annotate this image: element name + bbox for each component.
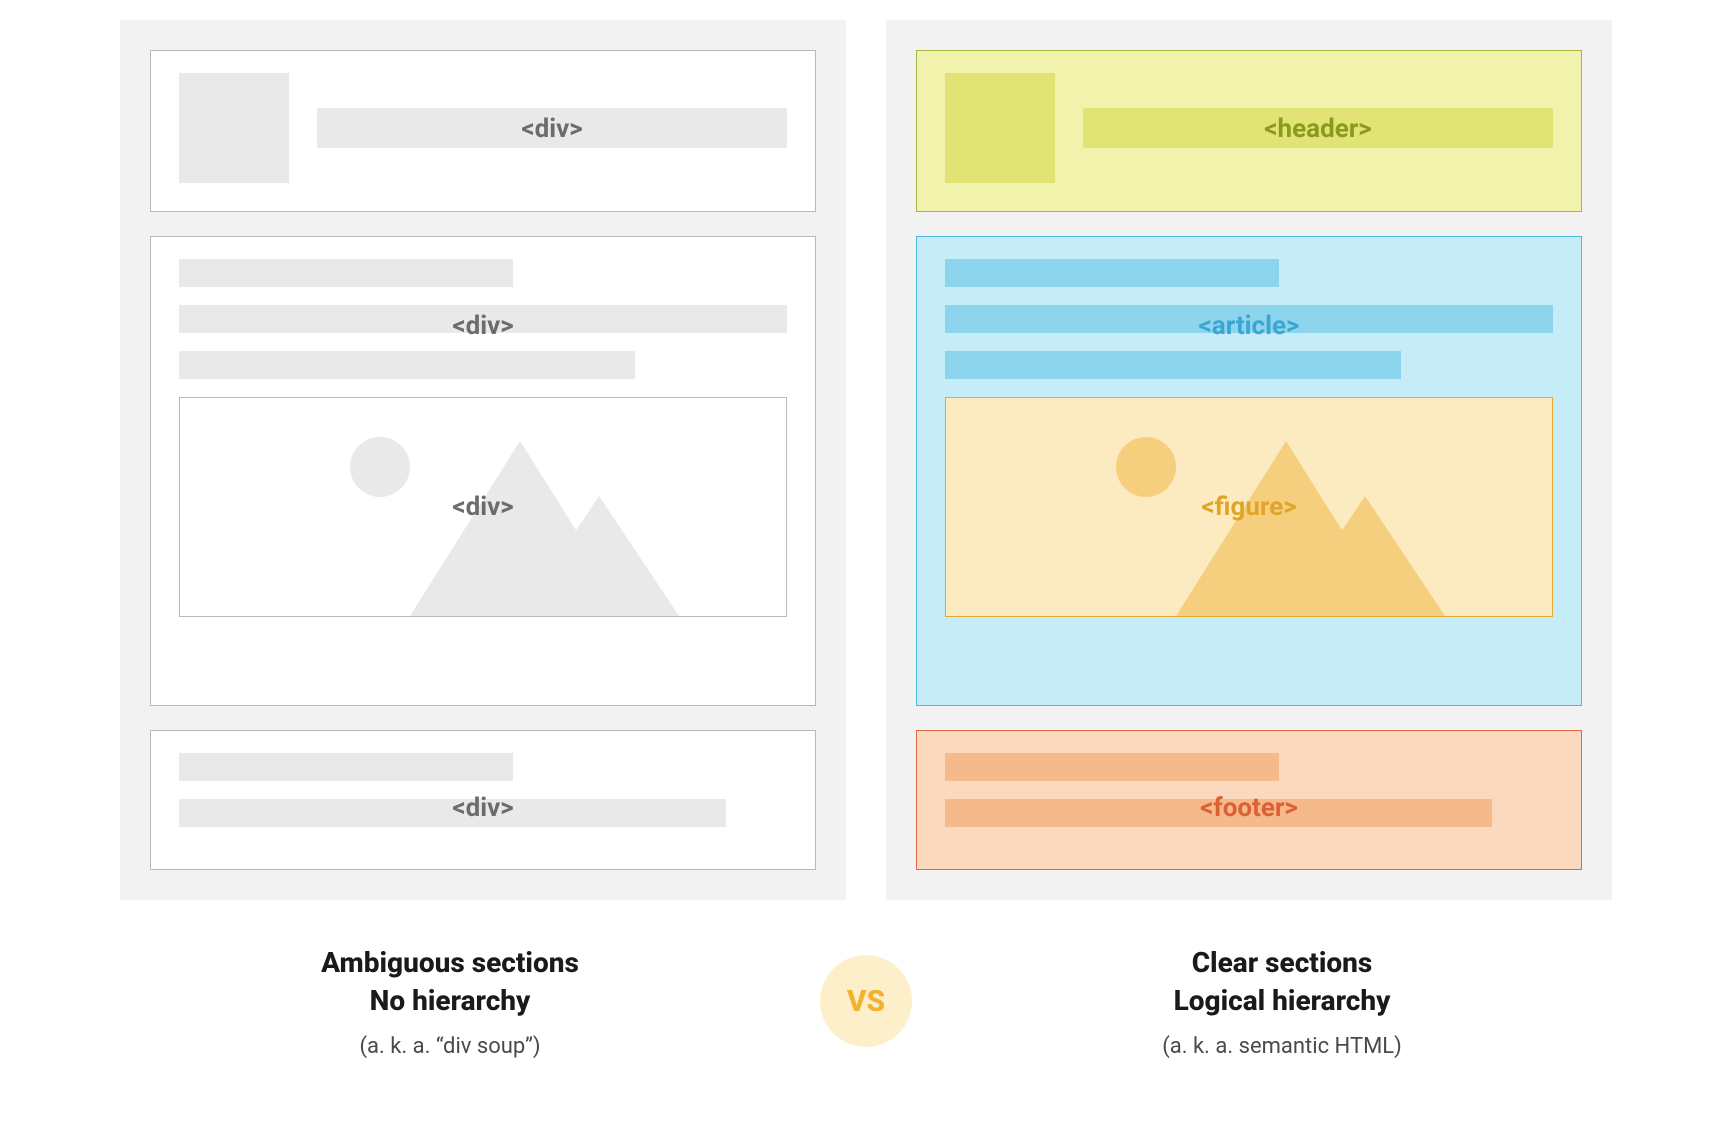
right-figure-box: <figure> <box>945 397 1553 617</box>
left-content-label: <div> <box>452 311 513 341</box>
left-panel: <div> <div> <div> <box>120 20 846 900</box>
left-figure-box: <div> <box>179 397 787 617</box>
left-caption-sub: (a. k. a. “div soup”) <box>120 1034 780 1059</box>
right-footer-label: <footer> <box>1200 793 1298 823</box>
left-header-box: <div> <box>150 50 816 212</box>
mountain-icon <box>519 496 679 616</box>
left-caption: Ambiguous sections No hierarchy (a. k. a… <box>120 944 780 1059</box>
right-caption: Clear sections Logical hierarchy (a. k. … <box>952 944 1612 1059</box>
diagram-root: <div> <div> <div> <box>120 20 1612 1059</box>
right-caption-line2: Logical hierarchy <box>1174 984 1391 1017</box>
left-figure-label: <div> <box>452 492 513 522</box>
right-article-label: <article> <box>1199 311 1300 341</box>
panels-row: <div> <div> <div> <box>120 20 1612 900</box>
right-figure-label: <figure> <box>1201 492 1296 522</box>
right-caption-sub: (a. k. a. semantic HTML) <box>952 1034 1612 1059</box>
left-footer-box: <div> <box>150 730 816 870</box>
right-header-box: <header> <box>916 50 1582 212</box>
captions-row: Ambiguous sections No hierarchy (a. k. a… <box>120 944 1612 1059</box>
left-caption-line1: Ambiguous sections <box>321 946 579 979</box>
circle-icon <box>1116 437 1176 497</box>
right-header-label: <header> <box>1264 114 1371 144</box>
circle-icon <box>350 437 410 497</box>
image-placeholder-icon <box>179 73 289 183</box>
left-content-box: <div> <div> <box>150 236 816 706</box>
left-header-label: <div> <box>521 114 582 144</box>
mountain-icon <box>1285 496 1445 616</box>
left-footer-label: <div> <box>452 793 513 823</box>
left-caption-line2: No hierarchy <box>370 984 531 1017</box>
right-panel: <header> <article> <figure> <box>886 20 1612 900</box>
vs-badge: VS <box>820 955 912 1047</box>
right-caption-line1: Clear sections <box>1192 946 1373 979</box>
right-article-box: <article> <figure> <box>916 236 1582 706</box>
image-placeholder-icon <box>945 73 1055 183</box>
right-footer-box: <footer> <box>916 730 1582 870</box>
